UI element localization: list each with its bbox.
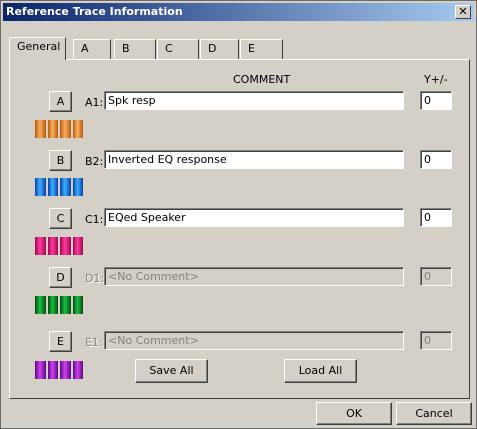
trace-e-comment-field: <No Comment> [104, 331, 404, 350]
trace-b-comment-field[interactable]: Inverted EQ response [104, 150, 404, 169]
comment-column-header: COMMENT [233, 73, 291, 86]
close-icon[interactable]: ✕ [455, 5, 471, 19]
trace-c-label: C1: [85, 213, 104, 226]
window-title: Reference Trace Information [6, 5, 183, 18]
trace-d-label: D1: [85, 272, 105, 285]
ok-button[interactable]: OK [316, 402, 392, 425]
tab-d[interactable]: D [200, 39, 239, 59]
trace-e-button[interactable]: E [49, 331, 72, 352]
swatch-segment [47, 296, 58, 314]
swatch-segment [47, 237, 58, 255]
trace-c-y-offset-field[interactable]: 0 [420, 208, 452, 227]
trace-b-color-swatch[interactable] [35, 178, 83, 196]
trace-d-y-offset-field: 0 [420, 267, 452, 286]
trace-c-comment-field[interactable]: EQed Speaker [104, 208, 404, 227]
trace-e-y-offset-field: 0 [420, 331, 452, 350]
load-all-button[interactable]: Load All [284, 359, 357, 383]
reference-trace-dialog: Reference Trace Information ✕ General A … [0, 0, 477, 429]
trace-b-label: B2: [85, 155, 104, 168]
swatch-segment [35, 120, 46, 138]
trace-c-button[interactable]: C [49, 208, 72, 229]
swatch-segment [60, 120, 71, 138]
swatch-segment [72, 296, 83, 314]
swatch-segment [47, 178, 58, 196]
trace-a-color-swatch[interactable] [35, 120, 83, 138]
tab-c[interactable]: C [157, 39, 199, 59]
trace-a-comment-field[interactable]: Spk resp [104, 91, 404, 110]
trace-a-y-offset-field[interactable]: 0 [420, 91, 452, 110]
trace-e-color-swatch[interactable] [35, 361, 83, 379]
swatch-segment [47, 120, 58, 138]
trace-a-label: A1: [85, 96, 104, 109]
swatch-segment [72, 237, 83, 255]
trace-c-color-swatch[interactable] [35, 237, 83, 255]
swatch-segment [47, 361, 58, 379]
swatch-segment [60, 237, 71, 255]
trace-d-button[interactable]: D [49, 267, 72, 288]
save-all-button[interactable]: Save All [135, 359, 208, 383]
title-bar: Reference Trace Information ✕ [3, 3, 474, 21]
tab-b[interactable]: B [114, 39, 156, 59]
cancel-button[interactable]: Cancel [396, 402, 472, 425]
trace-d-color-swatch[interactable] [35, 296, 83, 314]
swatch-segment [72, 120, 83, 138]
trace-b-button[interactable]: B [49, 150, 72, 171]
swatch-segment [72, 361, 83, 379]
swatch-segment [35, 296, 46, 314]
swatch-segment [35, 178, 46, 196]
swatch-segment [60, 296, 71, 314]
tab-e[interactable]: E [240, 39, 283, 59]
y-offset-column-header: Y+/- [424, 73, 448, 86]
tab-a[interactable]: A [73, 39, 111, 59]
swatch-segment [60, 361, 71, 379]
trace-d-comment-field: <No Comment> [104, 267, 404, 286]
trace-e-label: E1: [85, 336, 103, 349]
swatch-segment [60, 178, 71, 196]
trace-b-y-offset-field[interactable]: 0 [420, 150, 452, 169]
trace-a-button[interactable]: A [49, 91, 72, 112]
swatch-segment [35, 237, 46, 255]
swatch-segment [35, 361, 46, 379]
tab-general[interactable]: General [9, 37, 66, 60]
swatch-segment [72, 178, 83, 196]
